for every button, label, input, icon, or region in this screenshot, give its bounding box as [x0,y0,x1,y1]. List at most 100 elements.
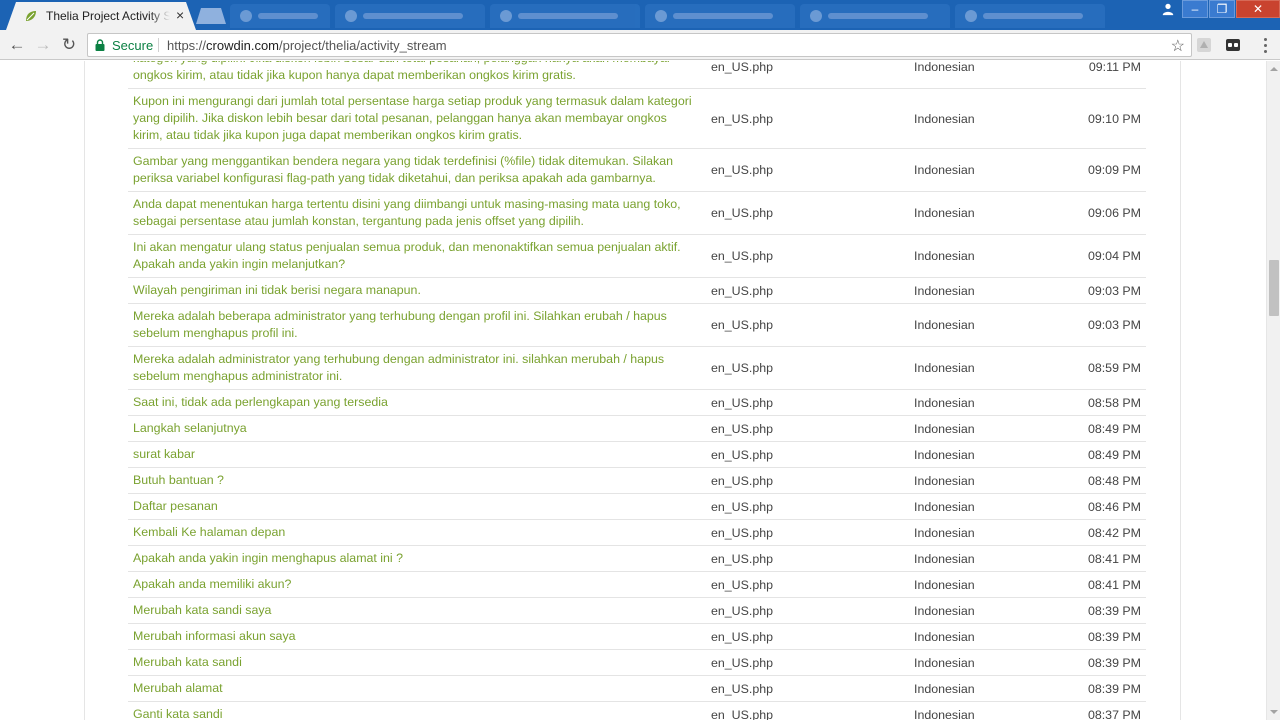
language-cell: Indonesian [909,61,1069,89]
time-cell: 08:49 PM [1069,415,1146,442]
translation-link[interactable]: Daftar pesanan [133,499,218,513]
activity-message-cell: Mereka adalah beberapa administrator yan… [128,303,706,347]
background-tab[interactable] [800,4,950,28]
activity-message-cell: Merubah alamat [128,675,706,702]
activity-row: surat kabar en_US.php Indonesian 08:49 PM [128,441,1146,468]
address-bar[interactable]: Secure https://crowdin.com/project/theli… [87,33,1192,57]
activity-message-cell: Anda dapat menentukan harga tertentu dis… [128,191,706,235]
activity-row: Anda dapat menentukan harga tertentu dis… [128,191,1146,235]
translation-link[interactable]: Mereka adalah administrator yang terhubu… [133,352,664,383]
language-cell: Indonesian [909,441,1069,468]
active-tab[interactable]: Thelia Project Activity Stream × [6,2,196,30]
time-cell: 09:03 PM [1069,303,1146,347]
user-profile-icon[interactable] [1155,0,1181,18]
translation-link[interactable]: Langkah selanjutnya [133,421,247,435]
file-cell: en_US.php [706,61,909,89]
background-tab[interactable] [230,4,330,28]
forward-button[interactable]: → [34,36,52,54]
language-cell: Indonesian [909,303,1069,347]
close-window-button[interactable]: ✕ [1236,0,1280,18]
extension-icon[interactable] [1225,37,1241,53]
activity-row: Mereka adalah beberapa administrator yan… [128,303,1146,347]
time-cell: 08:39 PM [1069,623,1146,650]
back-button[interactable]: ← [8,36,26,54]
activity-row: Kembali Ke halaman depan en_US.php Indones… [128,519,1146,546]
kebab-menu-icon[interactable] [1257,37,1273,53]
activity-message-cell: Merubah kata sandi saya [128,597,706,624]
tab-favicon [345,10,357,22]
activity-row: Butuh bantuan ? en_US.php Indonesian 08:48 … [128,467,1146,494]
background-tab[interactable] [490,4,640,28]
pdf-extension-icon[interactable] [1196,37,1212,53]
time-cell: 08:39 PM [1069,675,1146,702]
time-cell: 08:58 PM [1069,389,1146,416]
time-cell: 08:59 PM [1069,346,1146,390]
activity-row: Kupon ini mengurangi dari jumlah total p… [128,88,1146,149]
scroll-up-arrow-icon[interactable] [1270,67,1278,71]
scrollbar-thumb[interactable] [1269,260,1279,316]
translation-link[interactable]: Merubah alamat [133,681,223,695]
translation-link[interactable]: Anda dapat menentukan harga tertentu dis… [133,197,681,228]
translation-link[interactable]: Ganti kata sandi [133,707,223,720]
language-cell: Indonesian [909,234,1069,278]
translation-link[interactable]: Wilayah pengiriman ini tidak berisi nega… [133,283,421,297]
activity-row: Langkah selanjutnya en_US.php Indonesian 08… [128,415,1146,442]
translation-link[interactable]: Ini akan mengatur ulang status penjualan… [133,240,681,271]
background-tab[interactable] [955,4,1105,28]
file-cell: en_US.php [706,493,909,520]
activity-stream-table: kategori yang dipilih. Jika diskon lebih… [128,61,1146,720]
translation-link[interactable]: surat kabar [133,447,195,461]
url-text[interactable]: https://crowdin.com/project/thelia/activ… [167,38,447,53]
translation-link[interactable]: Apakah anda memiliki akun? [133,577,291,591]
language-cell: Indonesian [909,346,1069,390]
translation-link[interactable]: Merubah informasi akun saya [133,629,296,643]
file-cell: en_US.php [706,389,909,416]
page-viewport: kategori yang dipilih. Jika diskon lebih… [0,61,1266,720]
vertical-scrollbar[interactable] [1266,61,1280,720]
translation-link[interactable]: Saat ini, tidak ada perlengkapan yang te… [133,395,388,409]
file-cell: en_US.php [706,346,909,390]
translation-link[interactable]: Merubah kata sandi [133,655,242,669]
language-cell: Indonesian [909,623,1069,650]
tab-favicon [810,10,822,22]
scroll-down-arrow-icon[interactable] [1270,710,1278,714]
translation-link[interactable]: Butuh bantuan ? [133,473,224,487]
translation-link[interactable]: Apakah anda yakin ingin menghapus alamat… [133,551,403,565]
language-cell: Indonesian [909,545,1069,572]
lock-icon [95,39,105,51]
translation-link[interactable]: kategori yang dipilih. Jika diskon lebih… [133,61,671,82]
translation-link[interactable]: Gambar yang menggantikan bendera negara … [133,154,673,185]
time-cell: 08:41 PM [1069,571,1146,598]
tab-favicon [965,10,977,22]
language-cell: Indonesian [909,148,1069,192]
time-cell: 08:39 PM [1069,597,1146,624]
file-cell: en_US.php [706,191,909,235]
activity-message-cell: Merubah kata sandi [128,649,706,676]
time-cell: 09:06 PM [1069,191,1146,235]
activity-message-cell: Ganti kata sandi [128,701,706,720]
background-tab[interactable] [335,4,485,28]
translation-link[interactable]: Mereka adalah beberapa administrator yan… [133,309,667,340]
tab-strip: Thelia Project Activity Stream × – ❐ ✕ [0,0,1280,30]
language-cell: Indonesian [909,415,1069,442]
reload-button[interactable]: ↻ [60,36,78,54]
activity-row: Daftar pesanan en_US.php Indonesian 08:46 P… [128,493,1146,520]
background-tab[interactable] [645,4,795,28]
new-tab-button[interactable] [196,8,226,24]
activity-message-cell: Saat ini, tidak ada perlengkapan yang te… [128,389,706,416]
minimize-button[interactable]: – [1182,0,1208,18]
language-cell: Indonesian [909,277,1069,304]
translation-link[interactable]: Merubah kata sandi saya [133,603,271,617]
activity-message-cell: Apakah anda yakin ingin menghapus alamat… [128,545,706,572]
activity-message-cell: Ini akan mengatur ulang status penjualan… [128,234,706,278]
secure-label: Secure [112,38,154,53]
tab-title: Thelia Project Activity Stream [46,9,170,23]
file-cell: en_US.php [706,234,909,278]
translation-link[interactable]: Kupon ini mengurangi dari jumlah total p… [133,94,692,142]
time-cell: 09:03 PM [1069,277,1146,304]
time-cell: 09:09 PM [1069,148,1146,192]
close-tab-icon[interactable]: × [176,7,184,23]
translation-link[interactable]: Kembali Ke halaman depan [133,525,285,539]
maximize-button[interactable]: ❐ [1209,0,1235,18]
star-icon[interactable]: ☆ [1171,36,1185,56]
